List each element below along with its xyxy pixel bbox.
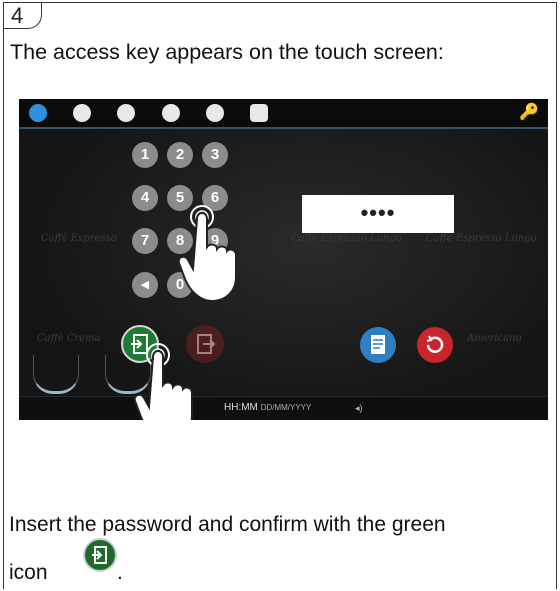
keypad-key-2[interactable]: 2 — [167, 142, 193, 168]
green-confirm-icon — [83, 538, 117, 572]
pointing-hand-icon — [134, 343, 193, 420]
water-drop-icon[interactable] — [29, 104, 47, 122]
status-date: DD/MM/YYYY — [260, 403, 312, 412]
user-icon[interactable] — [250, 104, 268, 122]
caption-icon-prefix: icon — [9, 561, 48, 584]
info-icon[interactable] — [162, 104, 180, 122]
keypad-backspace[interactable]: ◂ — [132, 272, 158, 298]
enter-door-icon — [92, 546, 107, 564]
key-icon[interactable]: 🔑 — [518, 103, 540, 123]
document-icon — [371, 335, 385, 354]
record-button[interactable] — [417, 327, 453, 363]
screen-background — [19, 99, 548, 420]
cup-image — [33, 355, 79, 394]
status-time-text: HH:MM — [224, 402, 258, 413]
keypad-key-3[interactable]: 3 — [202, 142, 228, 168]
caption-bottom: Insert the password and confirm with the… — [9, 513, 446, 536]
refresh-icon — [426, 335, 444, 353]
ghost-label: Caffè Espresso Lungo — [426, 233, 537, 244]
top-toolbar: 🔑 — [19, 99, 548, 129]
ghost-label: Caffè Espresso Lungo — [291, 233, 402, 244]
volume-icon[interactable]: ◂) — [355, 403, 363, 414]
keypad-key-7[interactable]: 7 — [132, 228, 158, 254]
status-bar: HH:MM DD/MM/YYYY ◂) — [19, 396, 548, 420]
touch-screen: 🔑 Caffè Espresso Caffè Espresso Lungo Ca… — [19, 99, 548, 420]
status-time: HH:MM DD/MM/YYYY — [224, 402, 311, 413]
ghost-label: Americano — [467, 333, 522, 344]
ghost-label: Caffè Espresso — [41, 233, 117, 244]
keypad-key-4[interactable]: 4 — [132, 185, 158, 211]
caption-top: The access key appears on the touch scre… — [10, 40, 444, 64]
pencil-icon[interactable] — [206, 104, 224, 122]
step-number: 4 — [11, 3, 24, 28]
caption-period: . — [117, 561, 123, 584]
ghost-label: Caffè Crema — [37, 333, 101, 344]
clock-icon[interactable] — [73, 104, 91, 122]
folder-icon[interactable] — [117, 104, 135, 122]
password-field[interactable]: •••• — [302, 195, 454, 233]
document-button[interactable] — [360, 327, 396, 363]
keypad-key-1[interactable]: 1 — [132, 142, 158, 168]
pointing-hand-icon — [179, 205, 237, 303]
